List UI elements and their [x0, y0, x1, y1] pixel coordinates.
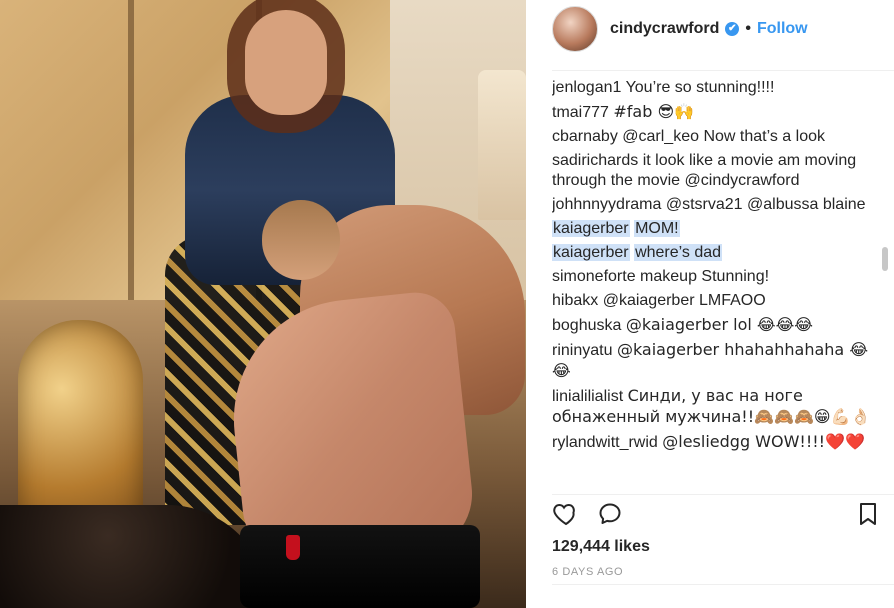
comment-username[interactable]: tmai777	[552, 104, 609, 121]
comment-text: Stunning!	[701, 268, 770, 285]
comment-username[interactable]: cbarnaby	[552, 128, 618, 145]
woman-head	[245, 10, 327, 115]
comment-text: @kaiagerber LMFAOO	[602, 292, 766, 309]
comment-username[interactable]: kaiagerber	[552, 220, 630, 237]
comment-username[interactable]: hibakx	[552, 292, 598, 309]
comment-username[interactable]: boghuska	[552, 317, 621, 334]
post-actions	[552, 500, 882, 534]
comment-item: rininyatu @kaiagerber hhahahhahaha 😂😂	[552, 340, 872, 382]
post-side-panel: cindycrawford ✔ • Follow jenlogan1 You’r…	[526, 0, 894, 608]
comment-username[interactable]: linialilialist	[552, 388, 623, 405]
header-separator	[552, 70, 894, 71]
comment-item: johhnnyydrama @stsrva21 @albussa blaine	[552, 195, 872, 215]
comment-text: MOM!	[634, 220, 680, 237]
screen-panel-divider	[128, 0, 134, 300]
comment-item: tmai777 #fab 😎🙌	[552, 102, 872, 123]
comment-item: sadirichards it look like a movie am mov…	[552, 151, 872, 191]
likes-count[interactable]: 129,444 likes	[552, 538, 650, 556]
heart-icon[interactable]	[552, 500, 580, 528]
post-header: cindycrawford ✔ • Follow	[526, 0, 894, 58]
black-stool	[240, 525, 480, 608]
comment-item: hibakx @kaiagerber LMFAOO	[552, 291, 872, 311]
comment-text: @carl_keo Now that’s a look	[622, 128, 825, 145]
follow-button[interactable]: Follow	[757, 20, 808, 38]
username[interactable]: cindycrawford	[610, 20, 719, 38]
man-head	[262, 200, 340, 280]
comment-username[interactable]: sadirichards	[552, 152, 638, 169]
post-photo	[0, 0, 526, 608]
header-dot: •	[745, 20, 751, 37]
comment-item: boghuska @kaiagerber lol 😂😂😂	[552, 315, 872, 336]
comment-text: #fab 😎🙌	[613, 102, 695, 121]
comments-bottom-separator	[552, 494, 894, 495]
comment-item: jenlogan1 You’re so stunning!!!!	[552, 78, 872, 98]
comment-username[interactable]: rylandwitt_rwid	[552, 434, 658, 451]
comment-username[interactable]: kaiagerber	[552, 244, 630, 261]
comment-text: where’s dad	[634, 244, 723, 261]
comments-list: jenlogan1 You’re so stunning!!!! tmai777…	[552, 78, 872, 492]
comment-username[interactable]: johhnnyydrama	[552, 196, 661, 213]
comment-text: @stsrva21 @albussa blaine	[665, 196, 866, 213]
comment-item-highlighted: kaiagerber where’s dad	[552, 243, 872, 263]
footer-separator	[552, 584, 894, 585]
verified-badge-icon: ✔	[725, 22, 740, 36]
comment-item-highlighted: kaiagerber MOM!	[552, 219, 872, 239]
avatar[interactable]	[552, 6, 598, 52]
comments-scrollbar[interactable]	[882, 247, 888, 271]
comment-item: linialilialist Синди, у вас на ноге обна…	[552, 386, 872, 428]
comment-username[interactable]: rininyatu	[552, 342, 612, 359]
comment-item: cbarnaby @carl_keo Now that’s a look	[552, 127, 872, 147]
photo-lamp	[478, 70, 526, 220]
post-actions-left	[552, 500, 624, 528]
comment-item: simoneforte makeup Stunning!	[552, 267, 872, 287]
nail-polish-bottle	[286, 535, 300, 560]
comment-username[interactable]: simoneforte makeup	[552, 268, 697, 285]
comment-text: You’re so stunning!!!!	[625, 79, 775, 96]
comment-text: @kaiagerber lol 😂😂😂	[625, 315, 813, 334]
comment-username[interactable]: jenlogan1	[552, 79, 621, 96]
comment-item: rylandwitt_rwid @lesliedgg WOW!!!!❤️❤️	[552, 432, 872, 453]
bookmark-icon[interactable]	[854, 500, 882, 528]
comment-icon[interactable]	[596, 500, 624, 528]
comment-text: @lesliedgg WOW!!!!❤️❤️	[662, 432, 865, 451]
post-time: 6 DAYS AGO	[552, 566, 624, 578]
